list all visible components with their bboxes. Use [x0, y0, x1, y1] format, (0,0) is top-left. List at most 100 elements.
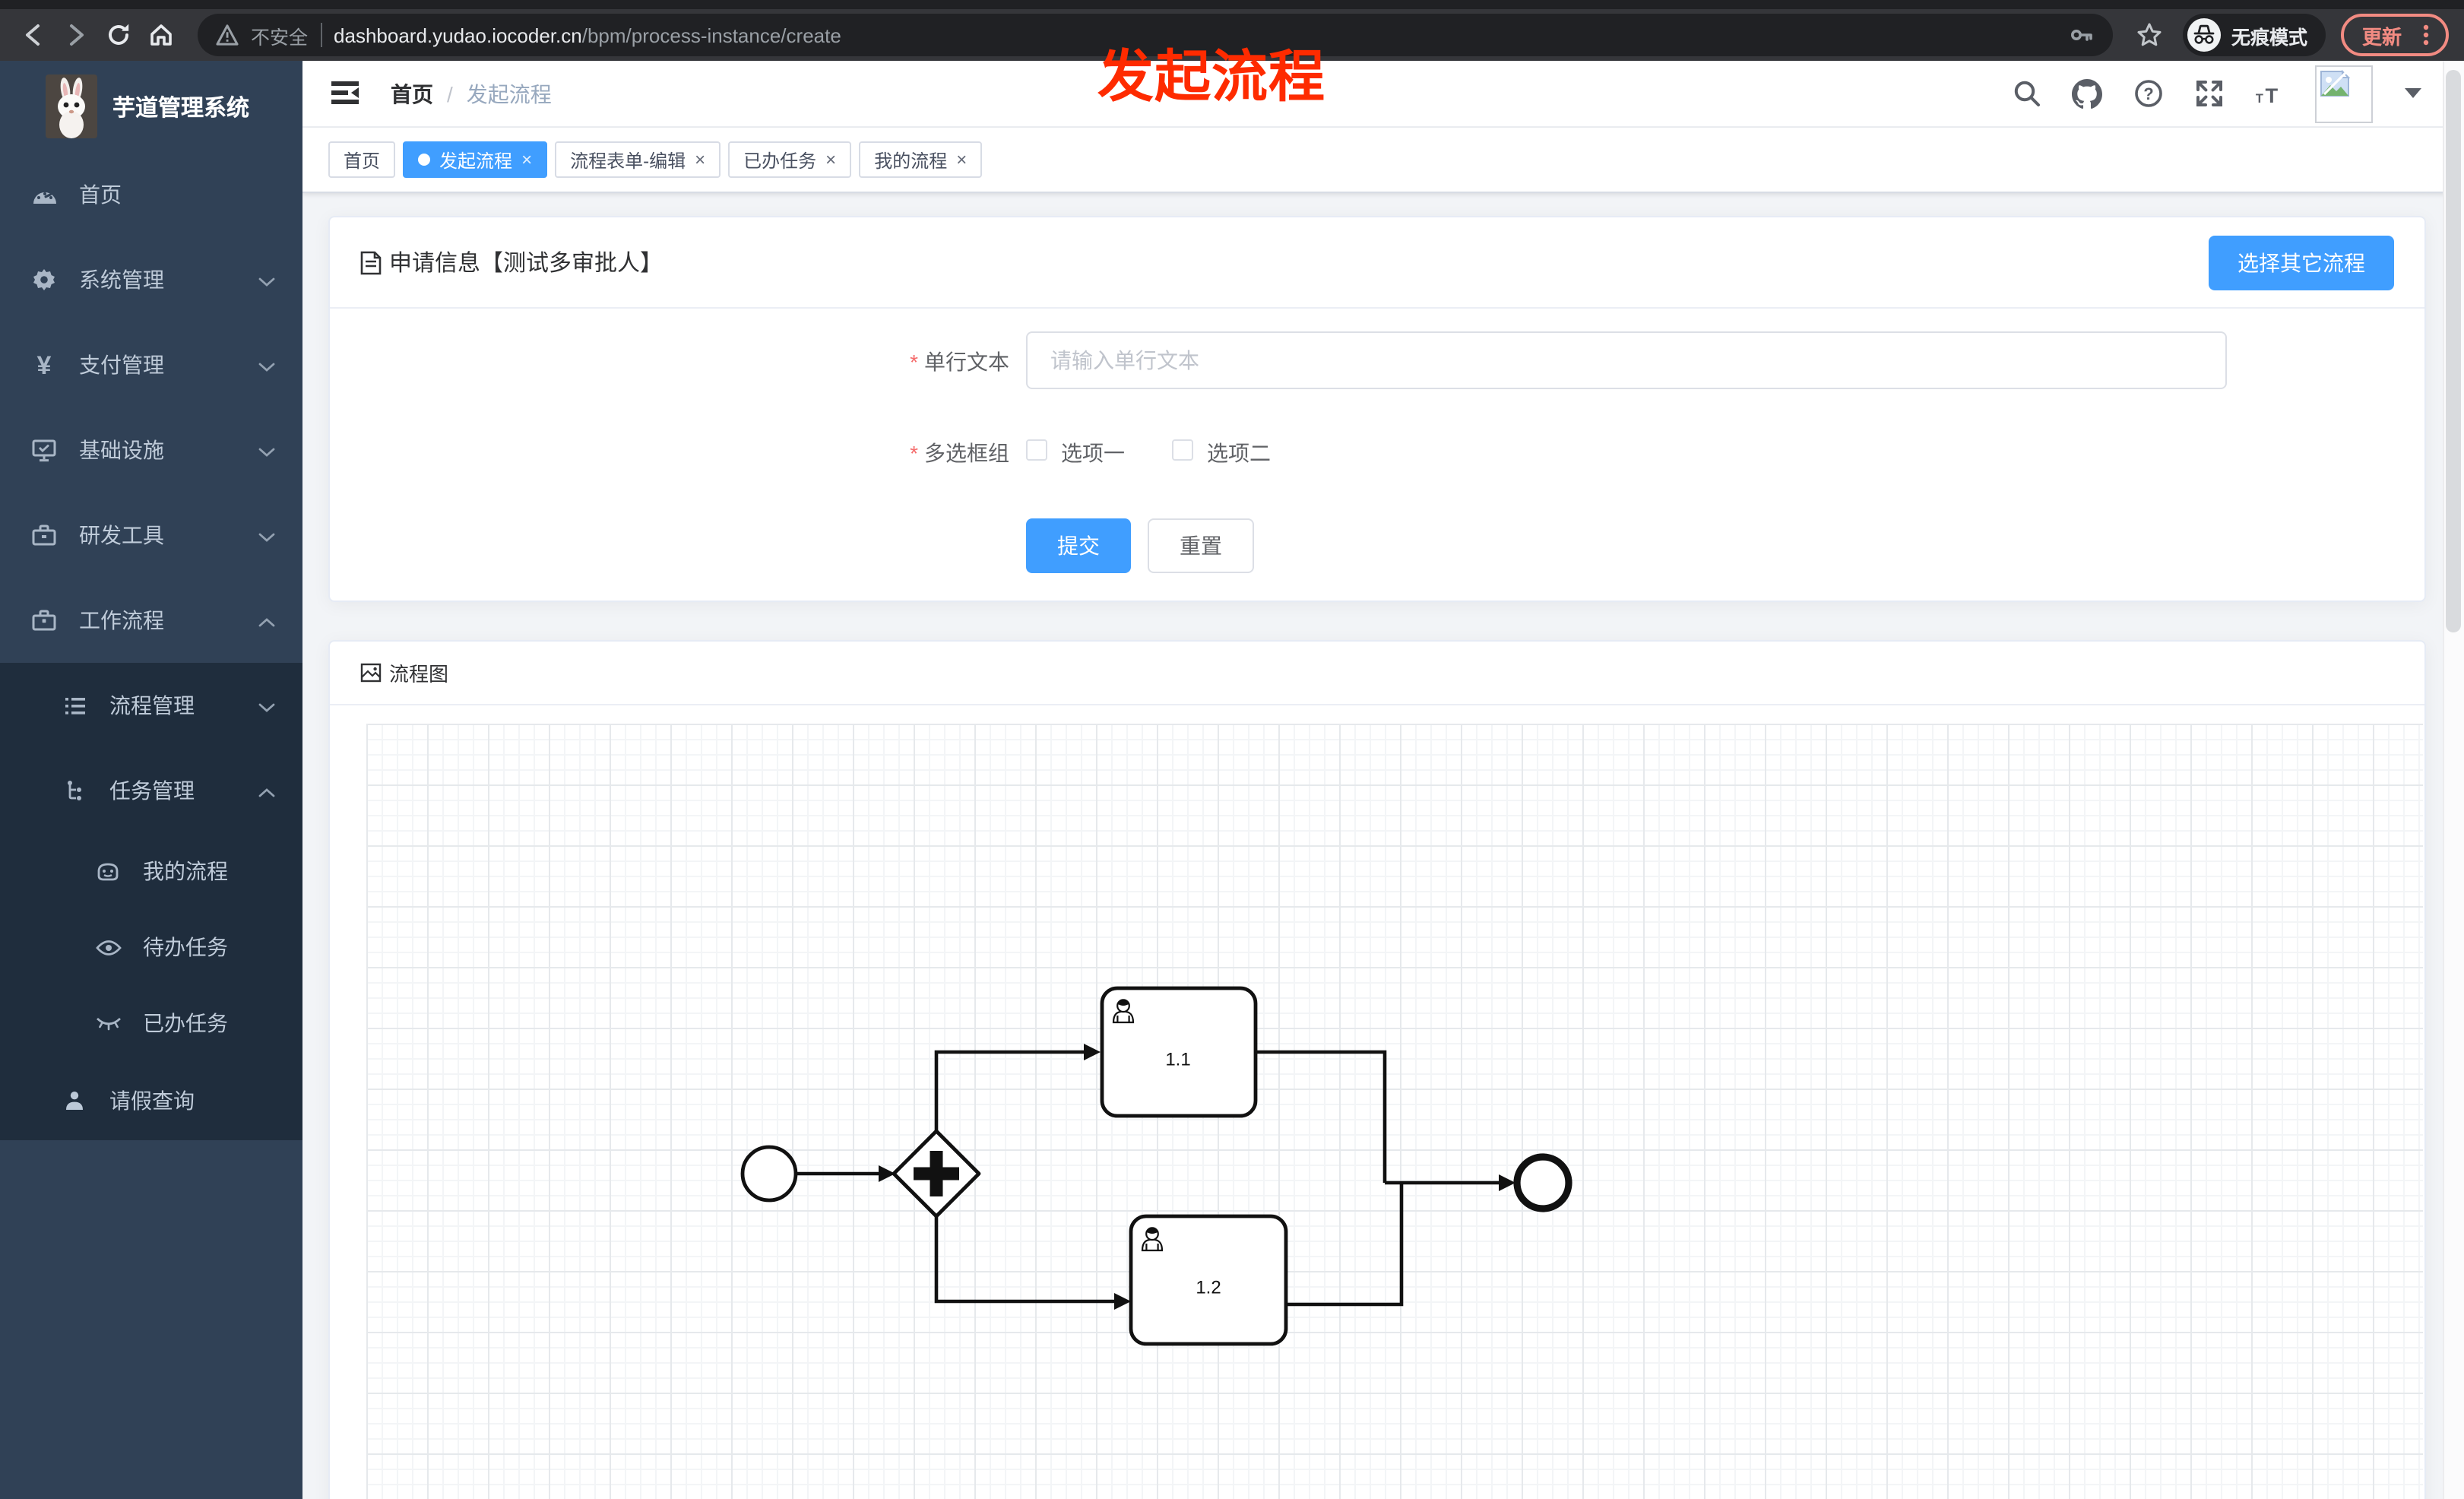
bpmn-start-event: [740, 1145, 798, 1203]
sidebar-item-label: 研发工具: [79, 523, 164, 547]
sidebar-item-infrastructure[interactable]: 基础设施: [0, 407, 302, 493]
close-icon[interactable]: ×: [956, 151, 967, 169]
dashboard-icon: [30, 183, 58, 206]
user-icon: [61, 1090, 88, 1111]
choose-other-process-button[interactable]: 选择其它流程: [2209, 236, 2394, 290]
sidebar-collapse-icon[interactable]: [328, 76, 362, 109]
incognito-badge: 无痕模式: [2182, 14, 2326, 56]
bpmn-end-event: [1513, 1153, 1572, 1212]
briefcase-icon: [30, 610, 58, 631]
app-logo[interactable]: 芋道管理系统: [0, 61, 302, 152]
screenshot-annotation: 发起流程: [1097, 46, 1325, 108]
eye-closed-icon: [94, 1016, 122, 1031]
chevron-down-icon: [258, 353, 275, 377]
reset-button[interactable]: 重置: [1148, 518, 1254, 573]
sidebar-item-workflow[interactable]: 工作流程: [0, 578, 302, 663]
application-window: 不安全 dashboard.yudao.iocoder.cn/bpm/proce…: [0, 0, 2464, 1499]
back-icon[interactable]: [15, 17, 52, 53]
fullscreen-icon[interactable]: [2193, 78, 2224, 109]
sidebar-item-home[interactable]: 首页: [0, 152, 302, 237]
url-text[interactable]: dashboard.yudao.iocoder.cn/bpm/process-i…: [334, 24, 841, 46]
sidebar-item-payment[interactable]: ¥ 支付管理: [0, 322, 302, 407]
breadcrumb-home[interactable]: 首页: [391, 78, 433, 109]
application-info-card: 申请信息【测试多审批人】 选择其它流程 *单行文本 *多选框组 选项一 选项二 …: [328, 216, 2426, 602]
tree-icon: [61, 780, 88, 801]
checkbox-group-label: * 多选框组: [910, 441, 1009, 465]
checkbox-option-1-label[interactable]: 选项一: [1061, 438, 1125, 468]
home-icon[interactable]: [143, 17, 179, 53]
incognito-icon: [2187, 18, 2221, 52]
sidebar-item-label: 支付管理: [79, 353, 164, 377]
scrollbar-thumb[interactable]: [2446, 70, 2461, 632]
help-icon[interactable]: ?: [2133, 78, 2163, 109]
checkbox-option-2-label[interactable]: 选项二: [1207, 438, 1271, 468]
browser-update-button[interactable]: 更新: [2340, 14, 2449, 56]
card-header: 流程图: [330, 642, 2424, 705]
incognito-label: 无痕模式: [2231, 27, 2307, 48]
sidebar-item-label: 系统管理: [79, 268, 164, 292]
sidebar-item-process-mgmt[interactable]: 流程管理: [0, 663, 302, 748]
bpmn-diagram: 1.1 1.2: [740, 986, 1572, 1346]
password-key-icon[interactable]: [2067, 21, 2095, 49]
avatar-caret-icon[interactable]: [2403, 78, 2421, 109]
tab-label: 已办任务: [743, 150, 817, 171]
card-header: 申请信息【测试多审批人】: [330, 217, 2424, 309]
submit-button[interactable]: 提交: [1026, 518, 1131, 573]
sidebar-item-todo-tasks[interactable]: 待办任务: [0, 909, 302, 985]
page-scrollbar[interactable]: [2443, 61, 2464, 1499]
required-mark: *: [910, 350, 918, 374]
sidebar-item-system[interactable]: 系统管理: [0, 237, 302, 322]
not-secure-warning-icon: [216, 24, 239, 46]
forward-icon[interactable]: [58, 17, 94, 53]
sidebar-item-label: 请假查询: [109, 1089, 195, 1113]
sidebar-item-label: 基础设施: [79, 438, 164, 462]
tab-label: 流程表单-编辑: [570, 150, 686, 171]
sidebar-item-label: 工作流程: [79, 608, 164, 632]
sidebar-item-devtools[interactable]: 研发工具: [0, 493, 302, 578]
chevron-up-icon: [258, 778, 275, 803]
bookmark-star-icon[interactable]: [2131, 17, 2168, 53]
github-icon[interactable]: [2072, 78, 2102, 109]
sidebar-item-my-process[interactable]: 我的流程: [0, 833, 302, 909]
tab-label: 首页: [344, 150, 381, 171]
avatar[interactable]: [2315, 65, 2373, 122]
sidebar-item-label: 待办任务: [143, 935, 228, 959]
checkbox-option-1[interactable]: [1026, 439, 1047, 461]
sidebar-item-task-mgmt[interactable]: 任务管理: [0, 748, 302, 833]
monitor-icon: [30, 439, 58, 461]
tab-my-process[interactable]: 我的流程 ×: [859, 141, 983, 178]
arrowhead-icon: [1084, 1044, 1101, 1060]
arrowhead-icon: [1114, 1293, 1131, 1310]
font-size-icon[interactable]: TT: [2254, 78, 2285, 109]
close-icon[interactable]: ×: [825, 151, 836, 169]
chevron-down-icon: [258, 693, 275, 718]
robot-face-icon: [94, 861, 122, 881]
search-icon[interactable]: [2011, 78, 2041, 109]
tab-home[interactable]: 首页: [328, 141, 396, 178]
tab-process-form-edit[interactable]: 流程表单-编辑 ×: [555, 141, 721, 178]
tab-start-process[interactable]: 发起流程 ×: [403, 141, 548, 178]
bpmn-canvas[interactable]: 1.1 1.2: [366, 724, 2423, 1499]
single-line-text-input[interactable]: [1026, 331, 2227, 389]
breadcrumb: 首页 / 发起流程: [391, 61, 552, 126]
breadcrumb-separator: /: [447, 81, 453, 106]
task-label: 1.2: [1196, 1278, 1221, 1298]
broken-image-icon: [2320, 69, 2350, 96]
close-icon[interactable]: ×: [695, 151, 705, 169]
reload-icon[interactable]: [100, 17, 137, 53]
svg-text:T: T: [2256, 91, 2263, 105]
process-diagram-card: 流程图 1.1 1.2: [328, 640, 2426, 1499]
checkbox-option-2[interactable]: [1172, 439, 1193, 461]
chevron-down-icon: [258, 523, 275, 547]
sidebar-item-done-tasks[interactable]: 已办任务: [0, 985, 302, 1061]
top-navbar: 首页 / 发起流程 ? TT: [302, 61, 2464, 128]
tab-done-tasks[interactable]: 已办任务 ×: [728, 141, 852, 178]
close-icon[interactable]: ×: [521, 151, 532, 169]
workflow-submenu: 流程管理 任务管理 我的流程 待办任务 已办任务 请假查询: [0, 663, 302, 1140]
arrowhead-icon: [1499, 1174, 1515, 1191]
flow-gateway-task2: [934, 1215, 1114, 1304]
security-label[interactable]: 不安全: [251, 21, 308, 49]
sidebar-item-leave-query[interactable]: 请假查询: [0, 1061, 302, 1140]
kebab-menu-icon[interactable]: [2414, 23, 2438, 47]
sidebar: 芋道管理系统 首页 系统管理 ¥ 支付管理 基础设施 研发工具 工作流程 流程管…: [0, 61, 302, 1499]
